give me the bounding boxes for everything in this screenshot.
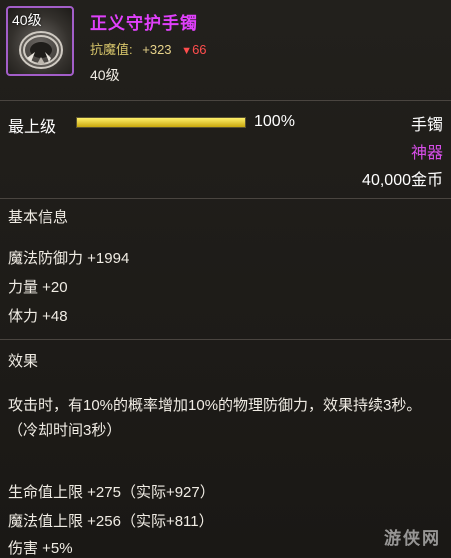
required-level: 40级: [90, 67, 120, 83]
item-price: 40,000金币: [362, 172, 443, 189]
grade-percent: 100%: [254, 113, 295, 130]
divider: [0, 339, 451, 340]
divider: [0, 198, 451, 199]
resist-down-value: 66: [192, 42, 207, 57]
grade-progress-fill: [77, 118, 245, 127]
grade-label: 最上级: [8, 119, 57, 136]
effect-description: 攻击时，有10%的概率增加10%的物理防御力，效果持续3秒。（冷却时间3秒）: [8, 397, 422, 439]
item-type: 手镯: [410, 117, 443, 134]
basic-stat-line: 体力 +48: [8, 308, 68, 325]
divider: [0, 100, 451, 101]
resist-up-value: +323: [142, 42, 172, 57]
resist-row: 抗魔值: +323 ▼66: [90, 39, 207, 58]
bracelet-icon: [19, 31, 63, 69]
effect-title: 效果: [8, 353, 39, 370]
effect-stat-line: 魔法值上限 +256（实际+811）: [8, 513, 214, 530]
resist-label: 抗魔值:: [90, 42, 133, 57]
effect-stat-line: 伤害 +5%: [8, 540, 73, 557]
item-icon-frame[interactable]: 40级: [6, 6, 74, 76]
basic-stat-line: 力量 +20: [8, 279, 68, 296]
item-tooltip: 40级 正义守护手镯 抗魔值: +323 ▼66 40级 最上级 100% 手镯…: [0, 0, 451, 557]
basic-stat-line: 魔法防御力 +1994: [8, 250, 130, 267]
resist-down: ▼66: [181, 42, 206, 57]
basic-info-title: 基本信息: [8, 209, 69, 226]
down-arrow-icon: ▼: [181, 45, 193, 57]
item-rarity: 神器: [410, 145, 443, 162]
effect-stat-line: 生命值上限 +275（实际+927）: [8, 484, 215, 501]
item-name: 正义守护手镯: [90, 14, 198, 33]
grade-progress-bar: [76, 117, 246, 128]
site-watermark: 游侠网: [384, 529, 441, 548]
